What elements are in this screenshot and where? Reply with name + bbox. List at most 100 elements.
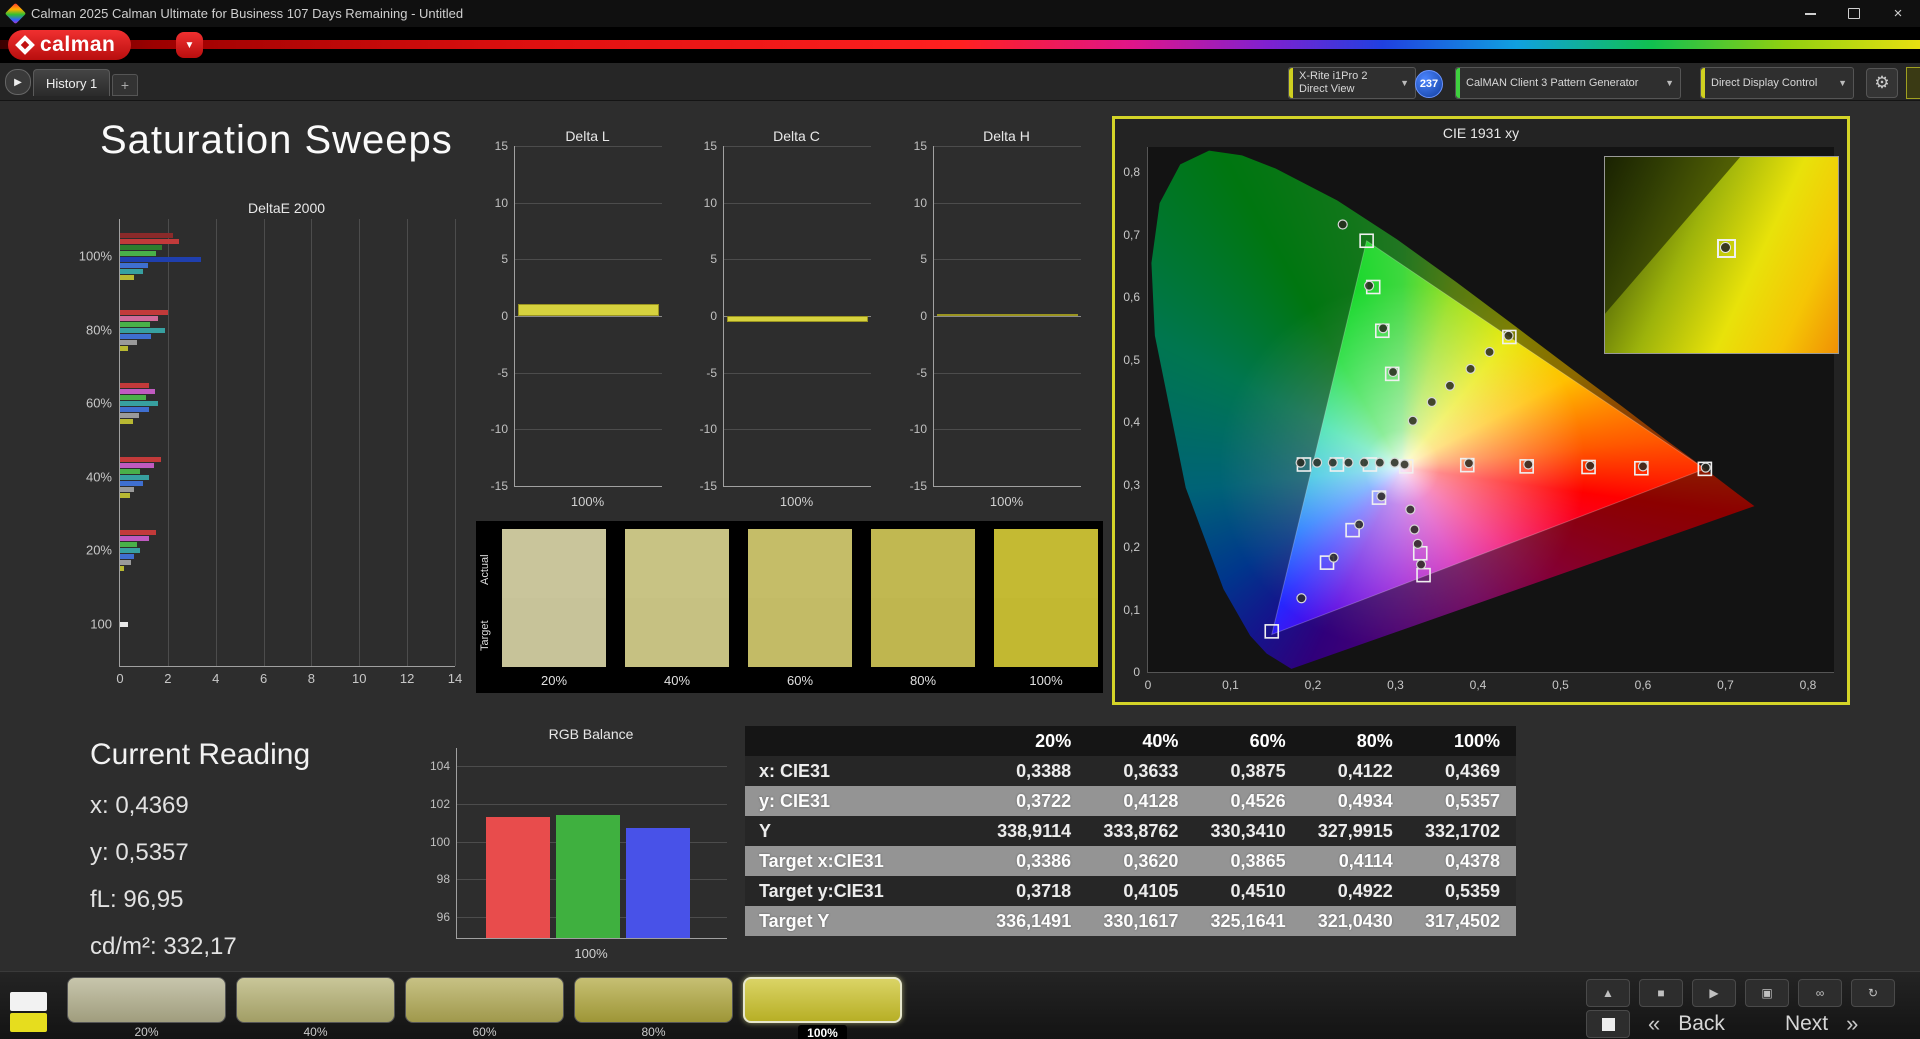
table-value-cell: 0,5357: [1409, 791, 1516, 812]
table-row: y: CIE310,37220,41280,45260,49340,5357: [745, 786, 1516, 816]
pattern-yellow-swatch: [10, 1013, 47, 1032]
rgb-balance-plot-area: 1041021009896: [456, 748, 727, 939]
cie-y-tick-label: 0: [1133, 665, 1140, 679]
back-button[interactable]: Back: [1678, 1012, 1725, 1036]
deltae-bar: [120, 245, 162, 250]
prev-page-button[interactable]: «: [1644, 1011, 1664, 1037]
link-button[interactable]: ∞: [1798, 979, 1842, 1007]
cie-1931-panel[interactable]: CIE 1931 xy 0,80,70,60,50,40,30,20,1000,…: [1112, 116, 1850, 705]
pattern-swatch-label: 40%: [303, 1025, 327, 1039]
chevron-down-icon: ▼: [1394, 78, 1415, 88]
delta-h-chart: Delta H 151050-5-10-15 100%: [889, 128, 1089, 509]
table-value-cell: 0,3875: [1194, 761, 1301, 782]
pattern-swatch-button-80%[interactable]: [574, 977, 733, 1023]
table-value-cell: 0,3633: [1087, 761, 1194, 782]
history-panel-toggle[interactable]: ▶: [5, 69, 31, 95]
delta-l-chart: Delta L 151050-5-10-15 100%: [470, 128, 670, 509]
pattern-swatch-button-20%[interactable]: [67, 977, 226, 1023]
table-row-label: y: CIE31: [745, 791, 980, 812]
gridline: [934, 259, 1081, 260]
cie-y-tick-label: 0,3: [1123, 478, 1140, 492]
gridline: [724, 259, 871, 260]
deltae-bar: [120, 310, 168, 315]
pattern-swatch: 80%: [574, 977, 733, 1039]
table-value-cell: 333,8762: [1087, 821, 1194, 842]
y-tick-label: -10: [491, 422, 508, 436]
add-tab-button[interactable]: +: [112, 74, 138, 96]
pattern-swatch-button-60%[interactable]: [405, 977, 564, 1023]
refresh-icon: ↻: [1868, 986, 1878, 1000]
chevron-down-icon: ▼: [185, 40, 195, 51]
tab-history-1[interactable]: History 1: [33, 69, 110, 96]
next-button[interactable]: Next: [1785, 1012, 1828, 1036]
refresh-button[interactable]: ↻: [1851, 979, 1895, 1007]
logo-bar: calman ▼: [0, 27, 1920, 63]
cie-zoom-inset: [1604, 156, 1839, 354]
deltae-bar: [120, 554, 134, 559]
gridline: [515, 429, 662, 430]
play-icon: ▶: [1709, 986, 1718, 1000]
deltae-group-label: 100%: [79, 249, 112, 264]
calman-logo[interactable]: calman: [8, 30, 131, 60]
toolbar-edge-button[interactable]: [1906, 67, 1920, 99]
y-tick-label: 0: [501, 309, 508, 323]
deltae-group-label: 20%: [86, 543, 112, 558]
y-tick-label: -15: [491, 479, 508, 493]
rainbow-strip: [0, 40, 1920, 49]
target-swatch: [502, 598, 606, 667]
cie-x-tick-label: 0,2: [1305, 678, 1322, 692]
pattern-preview-chip[interactable]: [10, 992, 47, 1032]
gridline: [515, 259, 662, 260]
table-row-label: Y: [745, 821, 980, 842]
table-value-cell: 0,3718: [980, 881, 1087, 902]
gridline: [515, 316, 662, 317]
maximize-button[interactable]: [1832, 0, 1876, 27]
y-tick-label: 5: [710, 252, 717, 266]
table-row: Target Y336,1491330,1617325,1641321,0430…: [745, 906, 1516, 936]
display-control-dropdown[interactable]: Direct Display Control ▼: [1700, 67, 1854, 99]
delta-c-plot-area: 151050-5-10-15: [723, 146, 871, 487]
pattern-swatch-button-40%[interactable]: [236, 977, 395, 1023]
gridline: [934, 203, 1081, 204]
gridline: [216, 219, 217, 666]
table-value-cell: 0,3620: [1087, 851, 1194, 872]
meter-count-badge[interactable]: 237: [1415, 70, 1443, 98]
gridline: [168, 219, 169, 666]
minimize-button[interactable]: [1788, 0, 1832, 27]
stop-button[interactable]: ■: [1639, 979, 1683, 1007]
main-menu-button[interactable]: ▼: [176, 32, 203, 58]
x-tick-label: 0: [116, 671, 123, 686]
pattern-swatch-button-100%[interactable]: [743, 977, 902, 1023]
meter-dropdown[interactable]: X-Rite i1Pro 2 Direct View ▼: [1288, 67, 1416, 99]
pattern-window-icon: [1602, 1018, 1615, 1031]
delta-h-xlabel: 100%: [933, 494, 1080, 509]
pattern-swatch-label: 100%: [798, 1025, 847, 1039]
deltae-bar: [120, 487, 134, 492]
deltae-group-label: 40%: [86, 470, 112, 485]
tab-toolbar: ▶ History 1 + X-Rite i1Pro 2 Direct View…: [0, 63, 1920, 101]
deltae-bar: [120, 263, 148, 268]
next-page-button[interactable]: »: [1842, 1011, 1862, 1037]
deltae-bar: [120, 475, 149, 480]
table-value-cell: 0,4369: [1409, 761, 1516, 782]
deltae-bar: [120, 530, 156, 535]
x-tick-label: 4: [212, 671, 219, 686]
save-button[interactable]: ▣: [1745, 979, 1789, 1007]
actual-swatch: [994, 529, 1098, 598]
eject-icon: ▲: [1602, 986, 1614, 1000]
play-button[interactable]: ▶: [1692, 979, 1736, 1007]
eject-button[interactable]: ▲: [1586, 979, 1630, 1007]
pattern-generator-dropdown[interactable]: CalMAN Client 3 Pattern Generator ▼: [1455, 67, 1681, 99]
minimize-icon: [1805, 13, 1816, 15]
current-reading-panel: Current Reading x: 0,4369 y: 0,5357 fL: …: [90, 738, 310, 980]
rgb-bar-red: [486, 817, 550, 938]
gridline: [934, 429, 1081, 430]
y-tick-label: 104: [430, 759, 450, 773]
y-tick-label: -5: [706, 366, 717, 380]
cie-x-tick-label: 0,4: [1470, 678, 1487, 692]
settings-button[interactable]: ⚙: [1866, 68, 1898, 98]
bottom-bar: 20%40%60%80%100% ▲■▶▣∞↻ « Back Next »: [0, 971, 1920, 1039]
pattern-window-button[interactable]: [1586, 1010, 1630, 1038]
close-button[interactable]: ×: [1876, 0, 1920, 27]
rgb-balance-title: RGB Balance: [456, 726, 726, 742]
